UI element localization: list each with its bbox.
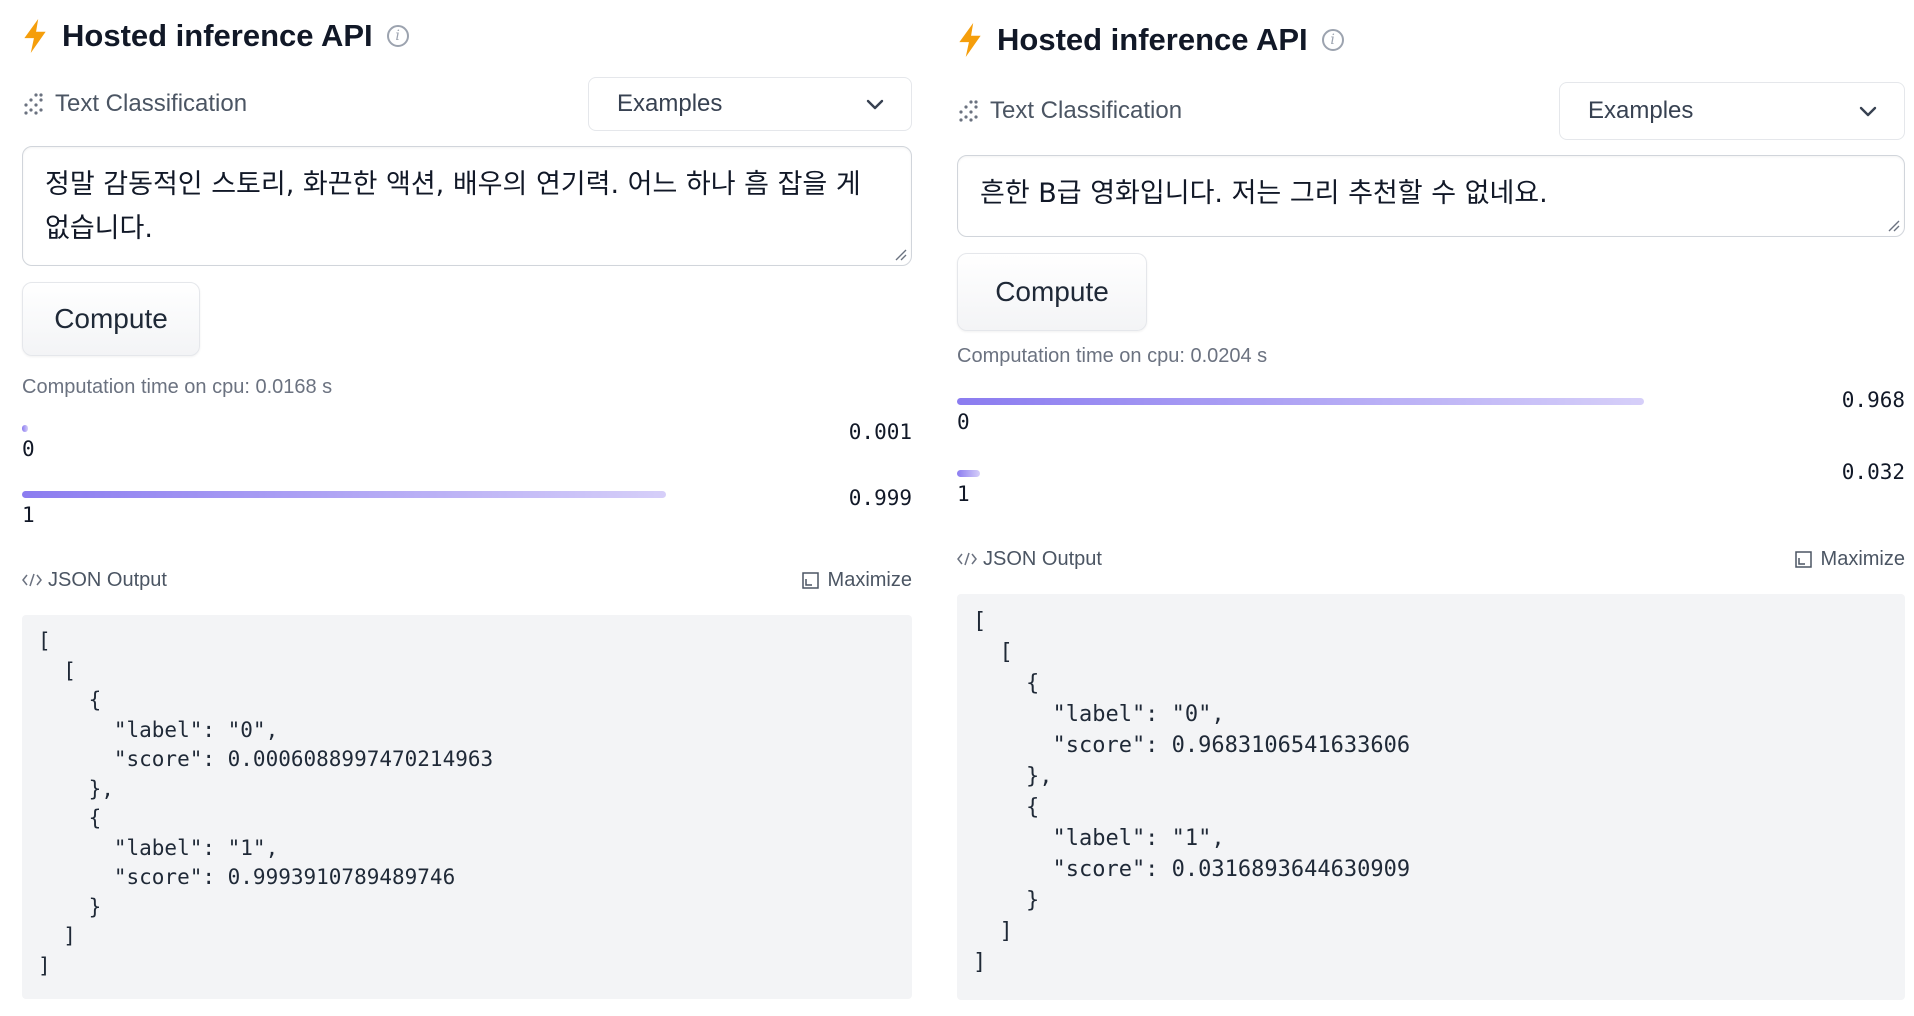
score-label: 0 bbox=[957, 410, 970, 434]
computation-time: Computation time on cpu: 0.0204 s bbox=[957, 345, 1268, 367]
examples-label: Examples bbox=[617, 90, 723, 117]
input-text: 흔한 B급 영화입니다. 저는 그리 추천할 수 없네요. bbox=[980, 178, 1548, 209]
maximize-icon bbox=[1794, 550, 1812, 568]
task-label: Text Classification bbox=[957, 97, 1182, 125]
json-output-toggle[interactable]: JSON Output bbox=[957, 548, 1102, 571]
score-row: 0 0.968 bbox=[957, 388, 1905, 468]
score-label: 1 bbox=[957, 482, 970, 506]
info-circle-icon[interactable]: i bbox=[386, 25, 409, 47]
score-value: 0.999 bbox=[848, 486, 912, 510]
examples-dropdown[interactable]: Examples bbox=[588, 77, 912, 131]
json-output-label: JSON Output bbox=[48, 568, 167, 591]
maximize-label: Maximize bbox=[1820, 547, 1905, 570]
task-name: Text Classification bbox=[990, 97, 1183, 124]
input-textarea[interactable]: 흔한 B급 영화입니다. 저는 그리 추천할 수 없네요. bbox=[957, 155, 1905, 237]
task-row: Text Classification Examples bbox=[957, 82, 1905, 140]
chevron-down-icon bbox=[866, 99, 884, 110]
lightning-bolt-icon bbox=[24, 19, 46, 53]
text-classification-icon bbox=[959, 100, 978, 122]
score-value: 0.968 bbox=[1841, 388, 1905, 412]
json-output: [ [ { "label": "0", "score": 0.000608899… bbox=[22, 615, 912, 999]
inference-widget-right: Hosted inference API i Text Classificati… bbox=[957, 0, 1905, 1000]
resize-handle-icon[interactable] bbox=[893, 247, 907, 261]
code-icon bbox=[22, 573, 42, 587]
score-list: 0 0.001 1 0.999 bbox=[22, 420, 912, 555]
widget-title: Hosted inference API bbox=[62, 18, 373, 53]
score-bar bbox=[957, 470, 980, 477]
maximize-label: Maximize bbox=[827, 568, 912, 591]
compute-button[interactable]: Compute bbox=[957, 253, 1147, 331]
maximize-button[interactable]: Maximize bbox=[1794, 547, 1905, 571]
widget-header: Hosted inference API i bbox=[957, 18, 1905, 62]
task-label: Text Classification bbox=[22, 90, 247, 118]
json-output-header: JSON Output Maximize bbox=[22, 565, 912, 595]
score-row: 1 0.032 bbox=[957, 460, 1905, 540]
score-label: 0 bbox=[22, 437, 35, 461]
examples-dropdown[interactable]: Examples bbox=[1559, 82, 1905, 140]
score-label: 1 bbox=[22, 503, 35, 527]
score-row: 0 0.001 bbox=[22, 420, 912, 489]
computation-time: Computation time on cpu: 0.0168 s bbox=[22, 376, 333, 398]
widget-header: Hosted inference API i bbox=[22, 14, 912, 58]
score-value: 0.001 bbox=[848, 420, 912, 444]
score-bar bbox=[957, 398, 1645, 405]
inference-widget-left: Hosted inference API i Text Classificati… bbox=[22, 0, 912, 999]
widget-title: Hosted inference API bbox=[997, 22, 1308, 57]
examples-label: Examples bbox=[1588, 97, 1694, 124]
score-list: 0 0.968 1 0.032 bbox=[957, 388, 1905, 540]
json-output-header: JSON Output Maximize bbox=[957, 544, 1905, 574]
maximize-button[interactable]: Maximize bbox=[801, 568, 912, 592]
json-output-toggle[interactable]: JSON Output bbox=[22, 569, 167, 592]
score-row: 1 0.999 bbox=[22, 486, 912, 555]
score-bar bbox=[22, 491, 667, 498]
input-text: 정말 감동적인 스토리, 화끈한 액션, 배우의 연기력. 어느 하나 흠 잡을… bbox=[45, 169, 861, 244]
input-textarea[interactable]: 정말 감동적인 스토리, 화끈한 액션, 배우의 연기력. 어느 하나 흠 잡을… bbox=[22, 146, 912, 266]
resize-handle-icon[interactable] bbox=[1886, 218, 1900, 232]
compute-button[interactable]: Compute bbox=[22, 282, 200, 356]
chevron-down-icon bbox=[1859, 106, 1877, 117]
score-value: 0.032 bbox=[1841, 460, 1905, 484]
json-output: [ [ { "label": "0", "score": 0.968310654… bbox=[957, 594, 1905, 1000]
maximize-icon bbox=[801, 571, 819, 589]
text-classification-icon bbox=[24, 93, 43, 115]
info-circle-icon[interactable]: i bbox=[1321, 29, 1344, 51]
code-icon bbox=[957, 552, 977, 566]
score-bar bbox=[22, 425, 28, 432]
json-output-label: JSON Output bbox=[983, 547, 1102, 570]
lightning-bolt-icon bbox=[959, 23, 981, 57]
task-row: Text Classification Examples bbox=[22, 76, 912, 132]
task-name: Text Classification bbox=[55, 90, 248, 117]
